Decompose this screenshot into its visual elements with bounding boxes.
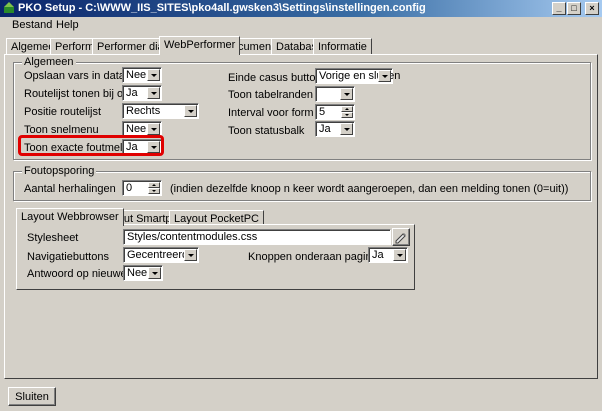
- maximize-button[interactable]: □: [567, 2, 581, 15]
- sluiten-button[interactable]: Sluiten: [8, 387, 56, 406]
- tab-informatie[interactable]: Informatie: [313, 38, 372, 55]
- positie-routelijst-select[interactable]: Rechts: [122, 103, 199, 119]
- menu-bar: Bestand Help: [0, 17, 602, 35]
- antwoord-nieuwe-regel-select[interactable]: Nee: [123, 265, 163, 281]
- herhalingen-hint: (indien dezelfde knoop n keer wordt aang…: [170, 183, 569, 195]
- stepper-down-icon[interactable]: [148, 188, 160, 194]
- menu-bestand[interactable]: Bestand: [12, 19, 52, 31]
- einde-casus-label: Einde casus buttons: [228, 72, 328, 84]
- chevron-down-icon[interactable]: [147, 87, 160, 99]
- toon-statusbalk-label: Toon statusbalk: [228, 125, 305, 137]
- knoppen-onderaan-label: Knoppen onderaan pagina: [248, 251, 378, 263]
- chevron-down-icon[interactable]: [378, 70, 391, 82]
- chevron-down-icon[interactable]: [340, 123, 353, 135]
- chevron-down-icon[interactable]: [393, 249, 406, 261]
- chevron-down-icon[interactable]: [184, 105, 197, 117]
- navigatiebuttons-label: Navigatiebuttons: [27, 251, 109, 263]
- app-icon: [4, 2, 14, 13]
- stepper-down-icon[interactable]: [341, 112, 353, 118]
- chevron-down-icon[interactable]: [148, 267, 161, 279]
- chevron-down-icon[interactable]: [340, 88, 353, 100]
- einde-casus-select[interactable]: Vorige en sluiten: [315, 68, 400, 84]
- stylesheet-input[interactable]: Styles/contentmodules.css: [123, 229, 391, 245]
- foutopsporing-group-title: Foutopsporing: [22, 165, 97, 177]
- routelijst-tonen-select[interactable]: Ja: [122, 85, 162, 101]
- pencil-icon: [395, 233, 406, 244]
- menu-help[interactable]: Help: [56, 19, 79, 31]
- interval-polling-stepper[interactable]: 5: [315, 104, 355, 120]
- positie-routelijst-label: Positie routelijst: [24, 106, 102, 118]
- aantal-herhalingen-stepper[interactable]: 0: [122, 180, 162, 196]
- knoppen-onderaan-select[interactable]: Ja: [368, 247, 408, 263]
- subtab-layout-webbrowser[interactable]: Layout Webbrowser: [16, 208, 124, 226]
- navigatiebuttons-select[interactable]: Gecentreerd: [123, 247, 199, 263]
- close-window-button[interactable]: ×: [585, 2, 599, 15]
- algemeen-group-title: Algemeen: [22, 56, 76, 68]
- title-bar: PKO Setup - C:\WWW_IIS_SITES\pko4all.gws…: [0, 0, 602, 17]
- minimize-button[interactable]: _: [552, 2, 566, 15]
- chevron-down-icon[interactable]: [184, 249, 197, 261]
- stylesheet-label: Stylesheet: [27, 232, 79, 244]
- chevron-down-icon[interactable]: [147, 123, 160, 135]
- toon-statusbalk-select[interactable]: Ja: [315, 121, 355, 137]
- browse-stylesheet-button[interactable]: [392, 228, 410, 246]
- toon-tabelranden-select[interactable]: [315, 86, 355, 102]
- opslaan-vars-select[interactable]: Nee: [122, 67, 162, 83]
- chevron-down-icon[interactable]: [147, 69, 160, 81]
- toon-tabelranden-label: Toon tabelranden: [228, 89, 314, 101]
- tab-webperformer[interactable]: WebPerformer: [159, 36, 241, 55]
- red-highlight-box: [18, 135, 164, 156]
- window-title: PKO Setup - C:\WWW_IIS_SITES\pko4all.gws…: [18, 2, 426, 14]
- aantal-herhalingen-label: Aantal herhalingen: [24, 183, 116, 195]
